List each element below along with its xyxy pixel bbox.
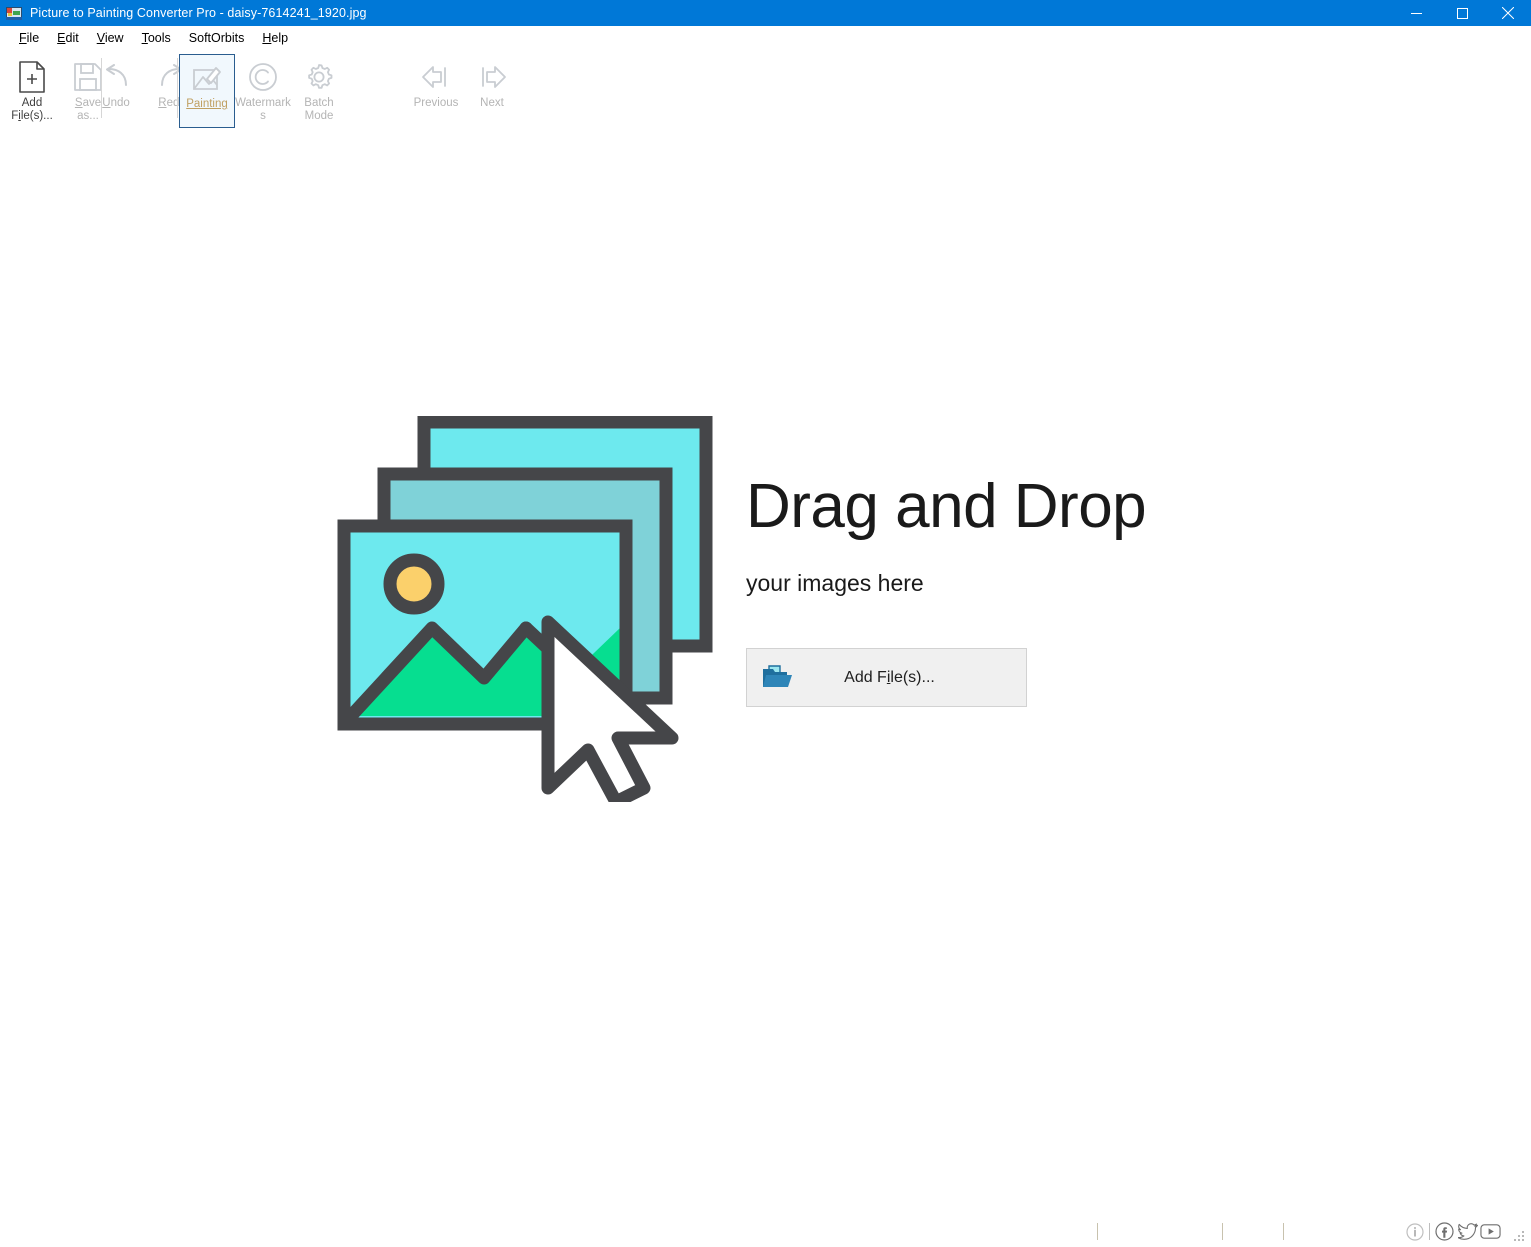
menu-item-tools[interactable]: Tools [133, 29, 180, 47]
menu-bar: File Edit View Tools SoftOrbits Help [0, 26, 1531, 50]
add-files-toolbar-button[interactable]: AddFile(s)... [4, 54, 60, 128]
app-icon [6, 5, 22, 21]
window-controls [1393, 0, 1531, 26]
drop-subtitle: your images here [746, 570, 1146, 597]
watermarks-label: Watermarks [235, 97, 291, 123]
batch-mode-button[interactable]: BatchMode [291, 54, 347, 128]
status-icon-divider [1429, 1223, 1430, 1240]
menu-item-file[interactable]: File [10, 29, 48, 47]
status-separator-2 [1222, 1223, 1223, 1240]
twitter-icon[interactable] [1457, 1221, 1478, 1242]
status-separator-1 [1097, 1223, 1098, 1240]
maximize-button[interactable] [1439, 0, 1485, 26]
toolbar: AddFile(s)... Saveas... [0, 50, 1531, 135]
document-plus-icon [15, 60, 49, 94]
info-icon[interactable] [1404, 1221, 1425, 1242]
undo-arrow-icon [99, 60, 133, 94]
status-bar [0, 1215, 1531, 1247]
minimize-button[interactable] [1393, 0, 1439, 26]
previous-button[interactable]: Previous [408, 54, 464, 128]
next-button[interactable]: Next [464, 54, 520, 128]
previous-label: Previous [408, 97, 464, 110]
window-title: Picture to Painting Converter Pro - dais… [30, 6, 367, 20]
painting-brush-icon [190, 61, 224, 95]
facebook-icon[interactable] [1434, 1221, 1455, 1242]
title-bar: Picture to Painting Converter Pro - dais… [0, 0, 1531, 26]
stacked-photos-with-cursor-icon [336, 416, 728, 802]
painting-label: Painting [179, 98, 235, 111]
toolbar-group-navigation: Previous Next [408, 54, 520, 134]
toolbar-group-effects: Painting Watermarks BatchMode [179, 54, 347, 134]
resize-grip[interactable] [1514, 1231, 1526, 1243]
arrow-left-to-bar-icon [419, 60, 453, 94]
menu-item-softorbits[interactable]: SoftOrbits [180, 29, 254, 47]
status-separator-3 [1283, 1223, 1284, 1240]
drop-text-block: Drag and Drop your images here [746, 472, 1146, 597]
arrow-right-to-bar-icon [475, 60, 509, 94]
add-files-toolbar-label: AddFile(s)... [4, 97, 60, 123]
undo-label: Undo [88, 97, 144, 110]
undo-button[interactable]: Undo [88, 54, 144, 128]
youtube-icon[interactable] [1480, 1221, 1501, 1242]
add-files-button[interactable]: Add File(s)... [746, 648, 1027, 707]
gear-icon [302, 60, 336, 94]
menu-item-view[interactable]: View [88, 29, 133, 47]
main-drop-area[interactable]: Drag and Drop your images here Add File(… [0, 135, 1531, 1215]
menu-item-help[interactable]: Help [253, 29, 297, 47]
drop-title: Drag and Drop [746, 472, 1146, 542]
next-label: Next [464, 97, 520, 110]
painting-button[interactable]: Painting [179, 54, 235, 128]
menu-item-edit[interactable]: Edit [48, 29, 88, 47]
open-folder-icon [761, 663, 793, 691]
toolbar-separator-2 [177, 58, 178, 118]
batch-mode-label: BatchMode [291, 97, 347, 123]
watermarks-button[interactable]: Watermarks [235, 54, 291, 128]
close-button[interactable] [1485, 0, 1531, 26]
copyright-icon [246, 60, 280, 94]
status-social-icons [1404, 1221, 1501, 1242]
